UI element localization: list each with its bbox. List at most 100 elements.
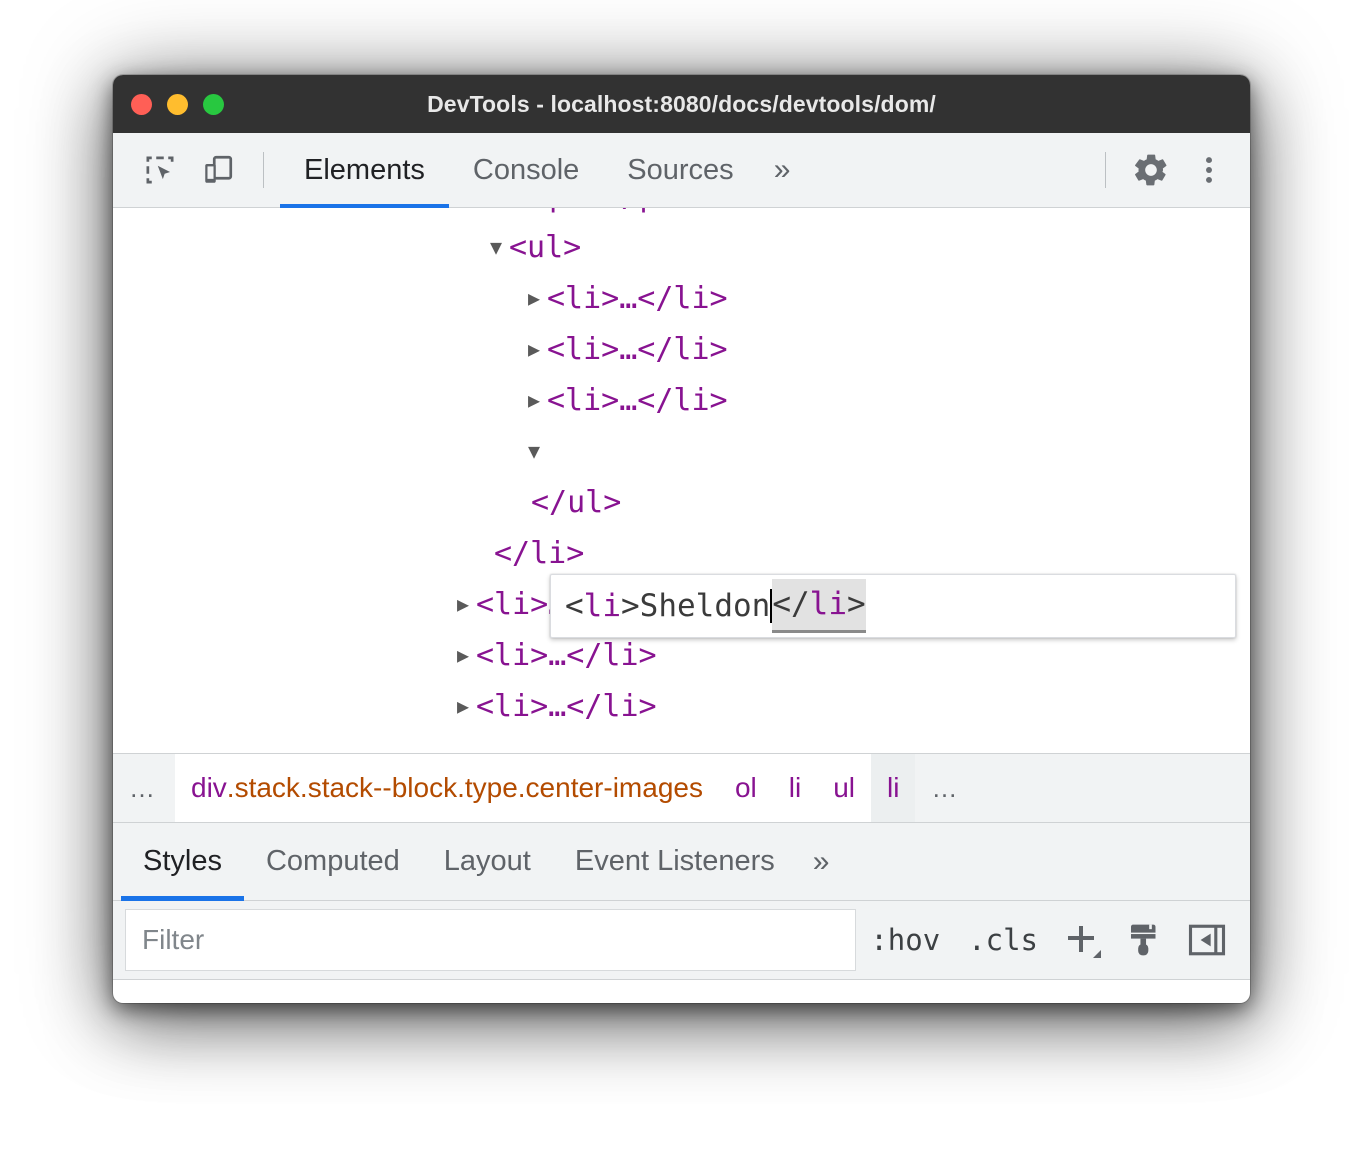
styles-filter-bar: Filter :hov .cls — [113, 901, 1250, 980]
tree-row-label: <ul> — [509, 230, 582, 265]
edit-text-value[interactable]: Sheldon — [640, 581, 771, 632]
tab-elements[interactable]: Elements — [280, 133, 449, 209]
tree-row-label: <p>…</p> — [531, 208, 676, 222]
edit-open-tagname: li — [583, 587, 621, 624]
twisty-collapsed-icon[interactable]: ▶ — [521, 324, 547, 375]
toolbar-divider — [263, 152, 264, 188]
window-controls — [131, 75, 224, 133]
styles-more-tabs-label: » — [812, 844, 830, 878]
tree-row-li-3[interactable]: ▶ <li>…</li> — [113, 375, 1250, 426]
device-toolbar-icon[interactable] — [189, 141, 247, 199]
tree-row-label: </ul> — [531, 485, 622, 520]
tree-row-li-2[interactable]: ▶ <li>…</li> — [113, 324, 1250, 375]
breadcrumb-right-ellipsis-label: … — [931, 772, 962, 803]
tree-row-label: </li> — [494, 536, 585, 571]
breadcrumb-tagname: ol — [734, 772, 757, 803]
twisty-expanded-icon[interactable]: ▼ — [521, 426, 547, 477]
edit-open-angle-close: > — [621, 587, 640, 624]
tab-sources[interactable]: Sources — [603, 133, 757, 208]
breadcrumb-left-ellipsis-label: … — [129, 772, 159, 803]
breadcrumb-tagname: li — [788, 772, 802, 803]
tree-row-label: <li>…</li> — [547, 332, 728, 367]
breadcrumb-item-ol[interactable]: ol — [718, 754, 773, 822]
tree-row-ul-close[interactable]: ▶ </ul> — [113, 477, 1250, 528]
edit-open-angle: < — [565, 587, 584, 624]
tab-elements-label: Elements — [304, 153, 425, 186]
cls-label: .cls — [968, 923, 1038, 957]
twisty-collapsed-icon[interactable]: ▶ — [450, 630, 476, 681]
tree-row-li-editing[interactable]: ▼ — [113, 426, 1250, 477]
twisty-collapsed-icon[interactable]: ▶ — [521, 273, 547, 324]
edit-close-tag: </li> — [772, 579, 866, 633]
breadcrumb-overflow-left[interactable]: … — [113, 754, 175, 822]
toolbar-divider-right — [1105, 152, 1106, 188]
minimize-button[interactable] — [167, 93, 188, 115]
twisty-collapsed-icon[interactable]: ▶ — [450, 681, 476, 732]
inline-html-edit-box[interactable]: < li > Sheldon </li> — [550, 574, 1236, 638]
breadcrumb-item-li-outer[interactable]: li — [772, 754, 818, 822]
breadcrumb-classes: .stack.stack--block.type.center-images — [226, 772, 703, 803]
tab-event-listeners[interactable]: Event Listeners — [553, 823, 797, 900]
paintbrush-icon[interactable] — [1114, 909, 1176, 971]
twisty-expanded-icon[interactable]: ▼ — [483, 222, 509, 273]
twisty-icon: ▶ — [505, 477, 531, 528]
tree-row-p[interactable]: ▶ <p>…</p> — [113, 208, 1250, 222]
tab-styles-label: Styles — [143, 845, 222, 877]
styles-more-tabs-chevron-icon[interactable]: » — [797, 823, 846, 900]
tab-computed-label: Computed — [265, 845, 400, 877]
tree-row-label: <li>…</li> — [476, 689, 657, 724]
edit-close-angle-end: > — [846, 586, 866, 622]
dom-tree-panel[interactable]: ▶ <p>…</p> ▼ <ul> ▶ <li>…</li> ▶ <li>…</… — [113, 208, 1250, 753]
tree-row-li-6[interactable]: ▶ <li>…</li> — [113, 681, 1250, 732]
window-title: DevTools - localhost:8080/docs/devtools/… — [427, 90, 936, 117]
twisty-icon: ▶ — [468, 528, 494, 579]
gear-icon[interactable] — [1122, 141, 1180, 199]
styles-pane-tabs: Styles Computed Layout Event Listeners » — [113, 823, 1250, 901]
dom-tree: ▶ <p>…</p> ▼ <ul> ▶ <li>…</li> ▶ <li>…</… — [113, 208, 1250, 732]
twisty-icon: ▶ — [505, 208, 531, 222]
tab-layout[interactable]: Layout — [422, 823, 553, 900]
toggle-pseudo-states-button[interactable]: :hov — [856, 909, 954, 971]
dom-breadcrumb: … div .stack.stack--block.type.center-ima… — [113, 753, 1250, 823]
more-tabs-label: » — [773, 153, 791, 186]
edit-close-angle: </ — [772, 586, 810, 622]
tree-row-li-close[interactable]: ▶ </li> — [113, 528, 1250, 579]
toggle-element-classes-button[interactable]: .cls — [954, 909, 1052, 971]
tab-console-label: Console — [472, 153, 580, 186]
window-titlebar: DevTools - localhost:8080/docs/devtools/… — [113, 75, 1250, 133]
tab-computed[interactable]: Computed — [244, 823, 422, 900]
hov-label: :hov — [870, 923, 941, 957]
devtools-main-toolbar: Elements Console Sources » — [113, 133, 1250, 209]
sidebar-toggle-icon[interactable] — [1176, 909, 1238, 971]
tree-row-label: <li>…</li> — [547, 383, 728, 418]
twisty-collapsed-icon[interactable]: ▶ — [450, 579, 476, 630]
breadcrumb-overflow-right[interactable]: … — [915, 754, 978, 822]
search-input[interactable]: Filter — [125, 909, 857, 971]
breadcrumb-item-ul[interactable]: ul — [817, 754, 872, 822]
tab-sources-label: Sources — [627, 153, 734, 186]
tab-layout-label: Layout — [443, 845, 531, 877]
screenshot-stage: DevTools - localhost:8080/docs/devtools/… — [0, 0, 1362, 1154]
inspect-element-icon[interactable] — [131, 141, 189, 199]
panel-tabs: Elements Console Sources » — [280, 133, 1089, 209]
breadcrumb-item-div[interactable]: div .stack.stack--block.type.center-image… — [175, 754, 719, 822]
breadcrumb-item-li-selected[interactable]: li — [871, 754, 916, 822]
tab-styles[interactable]: Styles — [121, 823, 244, 901]
filter-placeholder: Filter — [142, 924, 205, 955]
edit-close-tagname: li — [809, 586, 847, 622]
zoom-button[interactable] — [203, 93, 224, 115]
twisty-collapsed-icon[interactable]: ▶ — [521, 375, 547, 426]
more-tabs-chevron-icon[interactable]: » — [758, 133, 807, 208]
toolbar-right-group — [1089, 141, 1250, 199]
more-vertical-icon[interactable] — [1180, 141, 1238, 199]
tab-event-listeners-label: Event Listeners — [574, 845, 775, 877]
devtools-window: DevTools - localhost:8080/docs/devtools/… — [113, 75, 1250, 1003]
tree-row-ul-open[interactable]: ▼ <ul> — [113, 222, 1250, 273]
tab-console[interactable]: Console — [449, 133, 603, 208]
breadcrumb-tagname: li — [887, 772, 900, 803]
tree-row-li-1[interactable]: ▶ <li>…</li> — [113, 273, 1250, 324]
breadcrumb-tagname: div — [191, 772, 227, 803]
breadcrumb-tagname: ul — [833, 772, 856, 803]
close-button[interactable] — [131, 93, 152, 115]
plus-icon[interactable] — [1052, 909, 1114, 971]
